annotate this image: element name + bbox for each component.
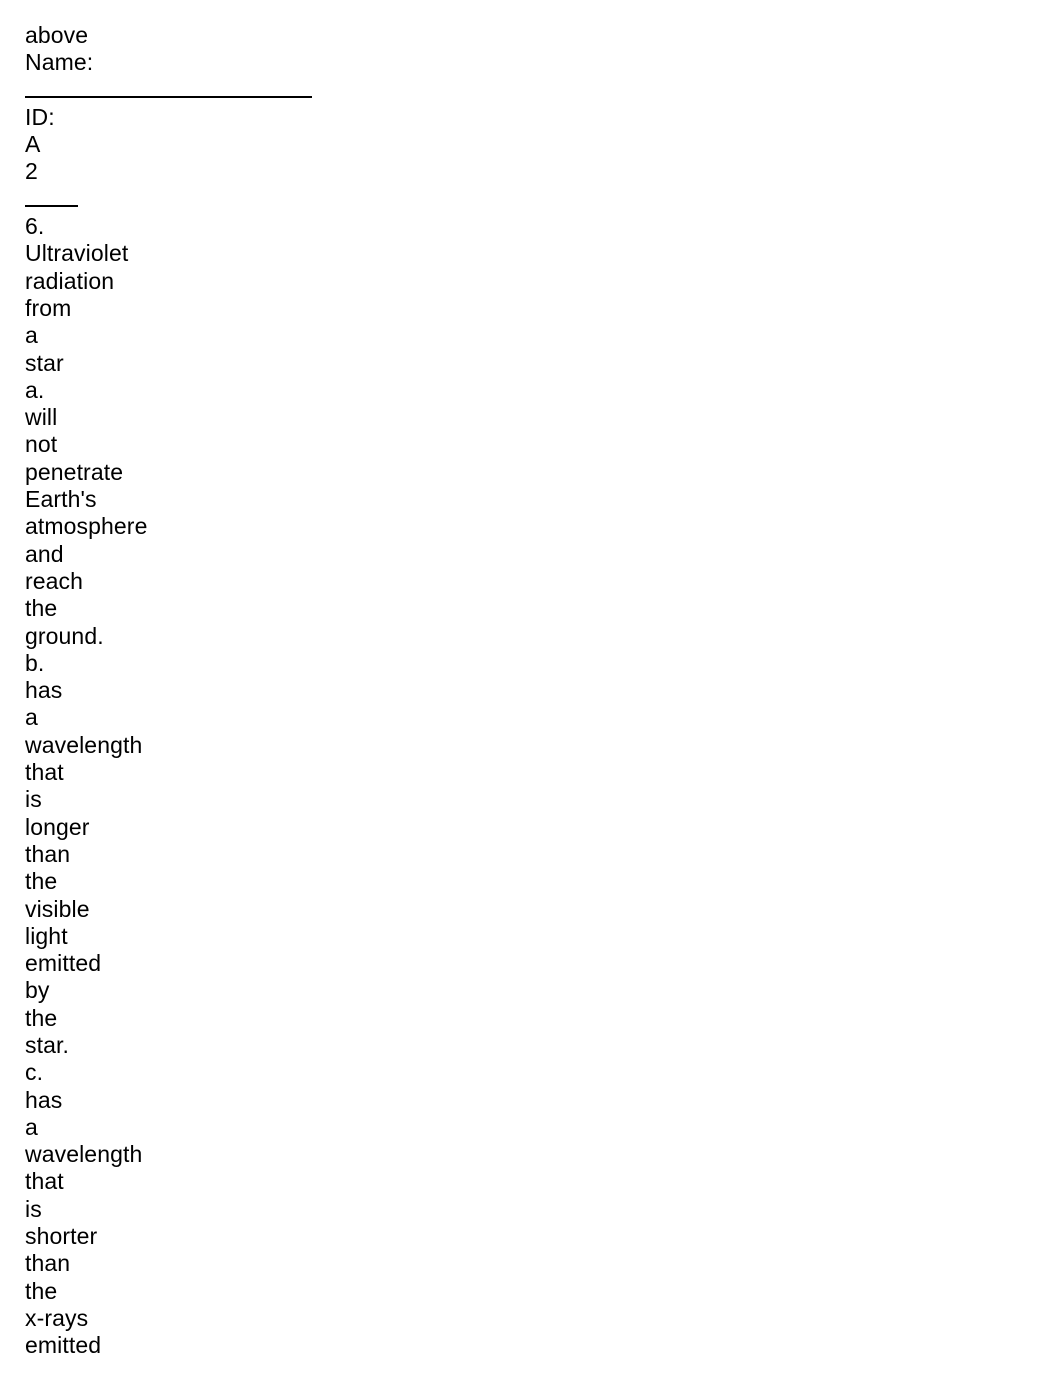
document-line: above bbox=[25, 22, 89, 48]
document-line: a. bbox=[25, 376, 45, 403]
document-line: a bbox=[25, 704, 38, 731]
document-line: b. bbox=[25, 649, 45, 676]
document-line: x-rays bbox=[25, 1304, 89, 1331]
document-line: visible bbox=[25, 895, 90, 922]
document-line: wavelength bbox=[25, 731, 143, 758]
document-line: the bbox=[25, 595, 58, 622]
document-text-block: above Name: ID: A 2 6. Ultraviolet radiation fro… bbox=[25, 22, 1062, 1360]
document-line: not bbox=[25, 431, 58, 458]
document-line: A bbox=[25, 131, 41, 158]
document-line: ground. bbox=[25, 622, 104, 649]
document-line: shorter bbox=[25, 1223, 98, 1250]
document-line: than bbox=[25, 1250, 71, 1277]
document-line: 6. bbox=[25, 213, 45, 240]
document-line: Ultraviolet bbox=[25, 240, 129, 267]
document-line: is bbox=[25, 1195, 42, 1222]
document-line: longer bbox=[25, 813, 90, 840]
document-line: Name: bbox=[25, 49, 94, 76]
document-line: that bbox=[25, 759, 64, 786]
underscore-rule bbox=[25, 186, 1062, 213]
document-line: wavelength bbox=[25, 1141, 143, 1168]
document-line: from bbox=[25, 294, 72, 321]
document-line: than bbox=[25, 840, 71, 867]
document-line: will bbox=[25, 404, 58, 431]
document-line: star. bbox=[25, 1031, 69, 1058]
document-line: reach bbox=[25, 567, 84, 594]
document-line: radiation bbox=[25, 267, 115, 294]
document-line: atmosphere bbox=[25, 513, 148, 540]
document-line: and bbox=[25, 540, 64, 567]
document-line: has bbox=[25, 1086, 63, 1113]
rule-bar bbox=[25, 95, 312, 98]
document-line: the bbox=[25, 1004, 58, 1031]
document-line: a bbox=[25, 322, 38, 349]
document-line: a bbox=[25, 1113, 38, 1140]
document-line: the bbox=[25, 1277, 58, 1304]
underscore-rule bbox=[25, 77, 1062, 104]
document-line: Earth's bbox=[25, 486, 97, 513]
document-line: ID: bbox=[25, 103, 55, 130]
document-line: emitted bbox=[25, 950, 102, 977]
document-line: the bbox=[25, 868, 58, 895]
document-line: has bbox=[25, 677, 63, 704]
document-line: that bbox=[25, 1168, 64, 1195]
document-line: emitted bbox=[25, 1332, 102, 1359]
document-line: by bbox=[25, 977, 50, 1004]
document-line: 2 bbox=[25, 158, 38, 185]
document-page: above Name: ID: A 2 6. Ultraviolet radiation fro… bbox=[0, 0, 1062, 1376]
document-line: star bbox=[25, 349, 64, 376]
document-line: is bbox=[25, 786, 42, 813]
document-line: penetrate bbox=[25, 458, 124, 485]
rule-bar bbox=[25, 205, 78, 208]
document-line: light bbox=[25, 922, 68, 949]
document-line: c. bbox=[25, 1059, 44, 1086]
